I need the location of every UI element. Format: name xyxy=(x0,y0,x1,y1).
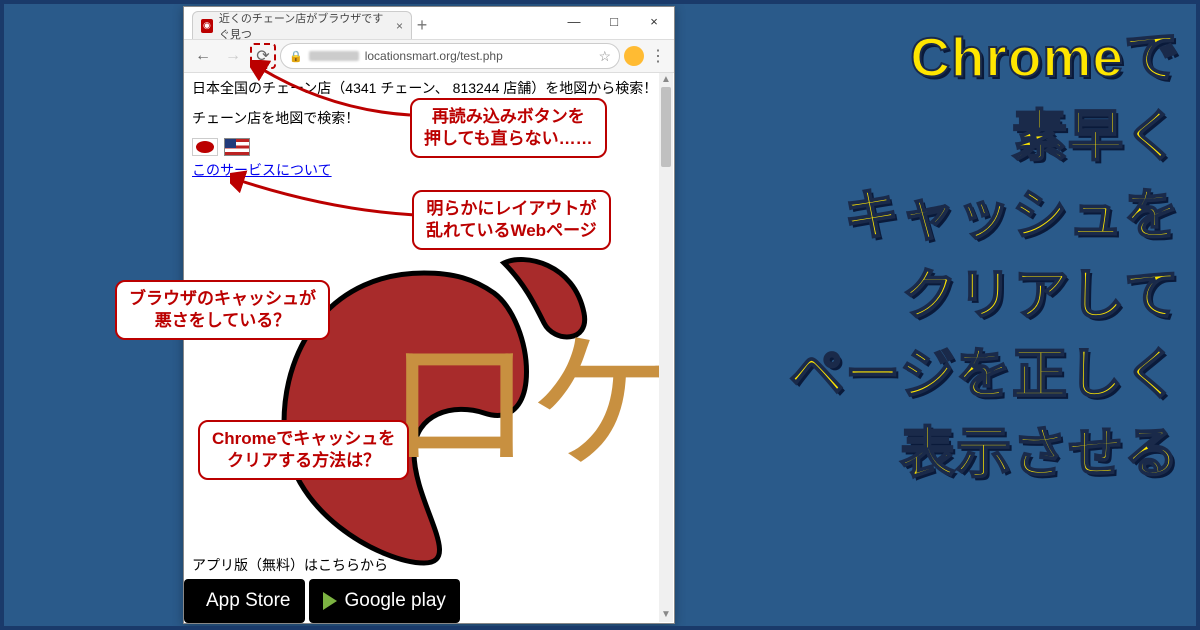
browser-tab[interactable]: ◉ 近くのチェーン店がブラウザですぐ見つ × xyxy=(192,11,412,39)
headline-l1: Chromeで xyxy=(789,18,1180,97)
scroll-thumb[interactable] xyxy=(661,87,671,167)
minimize-button[interactable]: — xyxy=(554,7,594,35)
headline-l6: 表示させる xyxy=(789,414,1180,493)
forward-button[interactable]: → xyxy=(220,43,246,69)
callout-cache-text: ブラウザのキャッシュが 悪さをしている？ xyxy=(129,289,316,330)
back-button[interactable]: ← xyxy=(190,43,216,69)
favicon-icon: ◉ xyxy=(201,19,213,33)
vertical-scrollbar[interactable]: ▲ ▼ xyxy=(659,73,673,622)
bookmark-star-icon[interactable]: ☆ xyxy=(598,48,611,65)
google-play-badge[interactable]: Google play xyxy=(309,579,460,623)
app-store-badge[interactable]: App Store xyxy=(184,579,305,623)
page-logo-text: ロケ xyxy=(384,283,672,500)
scroll-down-icon[interactable]: ▼ xyxy=(659,608,673,622)
callout-howto-text: Chromeでキャッシュを クリアする方法は？ xyxy=(212,429,395,470)
close-button[interactable]: × xyxy=(634,7,674,35)
arrow-to-reload-icon xyxy=(250,60,420,120)
callout-cache: ブラウザのキャッシュが 悪さをしている？ xyxy=(115,280,330,340)
title-bar: ◉ 近くのチェーン店がブラウザですぐ見つ × + — □ × xyxy=(184,7,674,39)
maximize-button[interactable]: □ xyxy=(594,7,634,35)
app-version-label: アプリ版（無料）はこちらから xyxy=(192,555,388,575)
flag-jp-icon[interactable] xyxy=(192,138,218,156)
play-icon xyxy=(323,592,337,610)
flag-us-icon[interactable] xyxy=(224,138,250,156)
google-play-label: Google play xyxy=(345,590,446,612)
callout-reload-text: 再読み込みボタンを 押しても直らない…… xyxy=(424,107,593,148)
chrome-menu-button[interactable]: ⋮ xyxy=(648,46,668,66)
headline-l5: ページを正しく xyxy=(789,335,1180,414)
headline-l4: クリアして xyxy=(789,256,1180,335)
extension-icon[interactable] xyxy=(624,46,644,66)
arrow-to-flags-icon xyxy=(230,170,420,230)
callout-layout: 明らかにレイアウトが 乱れているWebページ xyxy=(412,190,611,250)
store-badges: App Store Google play xyxy=(184,579,460,623)
tab-title: 近くのチェーン店がブラウザですぐ見つ xyxy=(219,10,386,42)
app-store-label: App Store xyxy=(206,590,291,612)
scroll-up-icon[interactable]: ▲ xyxy=(659,73,673,87)
window-controls: — □ × xyxy=(554,7,674,35)
headline: Chromeで 素早く キャッシュを クリアして ページを正しく 表示させる xyxy=(789,18,1180,493)
callout-howto: Chromeでキャッシュを クリアする方法は？ xyxy=(198,420,409,480)
callout-reload: 再読み込みボタンを 押しても直らない…… xyxy=(410,98,607,158)
tab-close-icon[interactable]: × xyxy=(396,19,403,33)
callout-layout-text: 明らかにレイアウトが 乱れているWebページ xyxy=(426,199,597,240)
headline-l2: 素早く xyxy=(789,97,1180,176)
headline-l3: キャッシュを xyxy=(789,176,1180,255)
new-tab-button[interactable]: + xyxy=(412,11,432,39)
